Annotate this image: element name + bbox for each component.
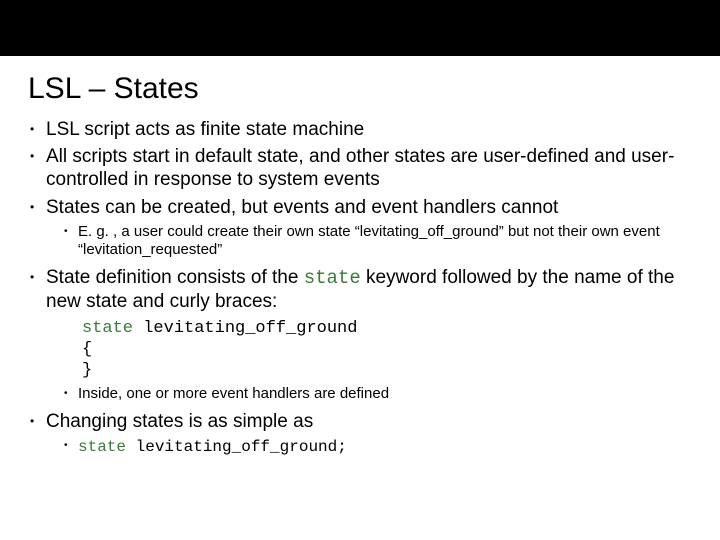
bullet-text: State definition consists of the (46, 267, 304, 288)
bullet-text: States can be created, but events and ev… (46, 197, 558, 218)
bullet-item: States can be created, but events and ev… (28, 196, 692, 261)
bullet-item: LSL script acts as finite state machine (28, 118, 692, 141)
bullet-list: LSL script acts as finite state machine … (28, 118, 692, 457)
bullet-text: Changing states is as simple as (46, 411, 313, 432)
code-keyword: state (82, 319, 143, 338)
sub-bullet-list: E. g. , a user could create their own st… (64, 223, 692, 261)
bullet-item: All scripts start in default state, and … (28, 145, 692, 191)
slide-top-bar (0, 0, 720, 56)
code-block: state levitating_off_ground { } (82, 318, 692, 382)
bullet-text: LSL script acts as finite state machine (46, 119, 364, 140)
sub-bullet-list: state levitating_off_ground; (64, 437, 692, 457)
bullet-item: State definition consists of the state k… (28, 266, 692, 404)
slide-content: LSL – States LSL script acts as finite s… (0, 56, 720, 457)
code-identifier: levitating_off_ground; (136, 438, 347, 456)
code-identifier: levitating_off_ground (143, 319, 357, 338)
sub-bullet-item: E. g. , a user could create their own st… (64, 223, 692, 261)
keyword-default: default (195, 146, 252, 167)
slide-title: LSL – States (28, 72, 692, 106)
sub-bullet-text: Inside, one or more event handlers are d… (78, 385, 389, 402)
code-inline: state levitating_off_ground; (78, 438, 347, 456)
bullet-text: All scripts start in (46, 146, 195, 167)
code-keyword: state (78, 438, 136, 456)
bullet-item: Changing states is as simple as state le… (28, 410, 692, 457)
sub-bullet-text: E. g. , a user could create their own st… (78, 223, 660, 259)
sub-bullet-list: Inside, one or more event handlers are d… (64, 385, 692, 404)
sub-bullet-item: Inside, one or more event handlers are d… (64, 385, 692, 404)
code-brace: { (82, 340, 92, 359)
code-brace: } (82, 361, 92, 380)
keyword-state: state (304, 267, 361, 289)
sub-bullet-item: state levitating_off_ground; (64, 437, 692, 457)
